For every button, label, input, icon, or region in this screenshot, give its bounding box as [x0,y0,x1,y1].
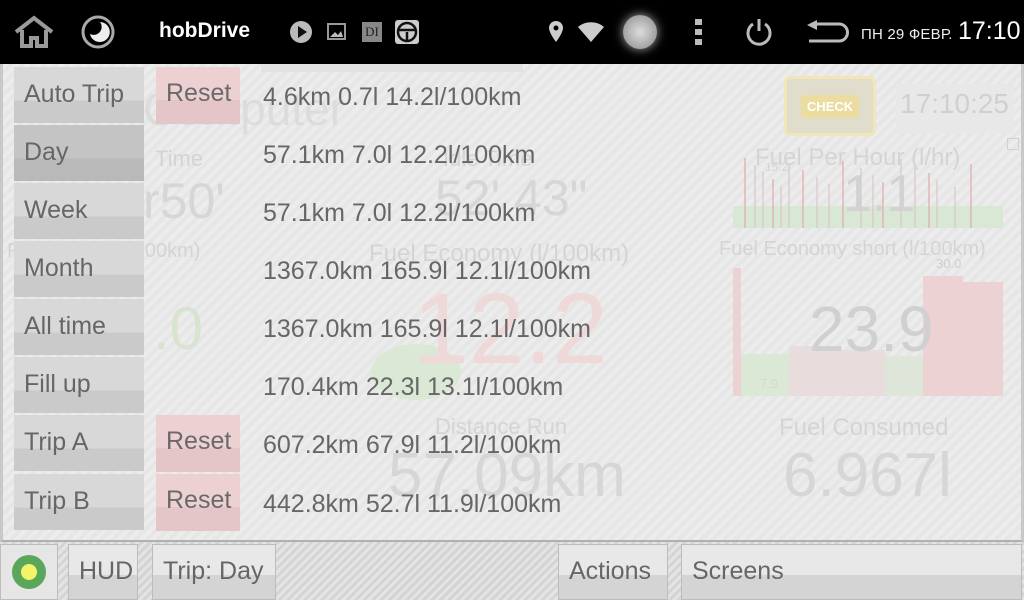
period-button[interactable]: Trip B [14,474,144,530]
time-value: r50' [143,173,225,229]
reset-button[interactable]: Reset [156,474,240,531]
trip-stats: 4.6km 0.7l 14.2l/100km [263,83,522,111]
steering-wheel-icon[interactable] [394,0,420,64]
hud-button[interactable]: HUD [68,544,138,600]
fes-bar [963,282,1003,396]
app-title: hobDrive [159,19,251,42]
trip-selector-button[interactable]: Trip: Day [152,544,276,600]
screens-button[interactable]: Screens [681,544,1022,600]
reset-button[interactable]: Reset [156,67,240,124]
period-button[interactable]: Day [14,125,144,181]
system-status-bar: hobDrive DI ПН 29 ФЕВР. 17:10 [0,0,1024,64]
location-icon [547,0,565,64]
check-engine-label: CHECK [800,94,860,118]
image-icon[interactable] [327,0,347,64]
trip-stats: 607.2km 67.9l 11.2l/100km [263,431,562,459]
connection-status-icon [12,555,46,589]
fuel-economy-short-min: 7.9 [760,376,779,391]
menu-dots-icon[interactable] [692,0,706,64]
fuel-per-hour-value: 1.1 [843,165,916,223]
period-button[interactable]: Month [14,241,144,297]
trip-stats: 57.1km 7.0l 12.2l/100km [263,199,536,227]
fuel-economy-short-max: 30.0 [936,256,962,271]
fuel-consumed-label: Fuel Consumed [779,414,949,441]
period-button[interactable]: All time [14,299,144,355]
status-clock: 17:10 [958,17,1021,45]
fuel-instant-value: .0 [153,295,204,362]
check-engine-icon[interactable]: CHECK [784,76,876,136]
connection-status-button[interactable] [0,544,58,600]
time-label: Time [155,146,204,171]
background-tab-bar [261,64,523,72]
dolby-icon[interactable]: DI [361,0,383,64]
period-button[interactable]: Trip A [14,415,144,471]
screenshot-icon[interactable] [620,0,660,64]
trip-stats: 1367.0km 165.9l 12.1l/100km [263,315,591,343]
night-mode-icon[interactable] [80,0,116,64]
trip-stats: 1367.0km 165.9l 12.1l/100km [263,257,591,285]
play-icon[interactable] [289,0,313,64]
main-panel: Computer Time r50' Idle Time 52' 43" Fue… [0,64,1024,542]
back-icon[interactable] [804,0,850,64]
actions-button[interactable]: Actions [558,544,668,600]
bottom-toolbar: HUD Trip: Day Actions Screens [0,542,1024,600]
power-icon[interactable] [742,0,776,64]
period-button[interactable]: Auto Trip [14,67,144,123]
edit-icon[interactable] [1007,138,1019,150]
fes-bar [733,268,741,396]
fuel-per-hour-max: 15.2 [765,160,789,174]
fuel-consumed-value: 6.967l [783,441,952,510]
home-icon[interactable] [12,0,56,64]
reset-button[interactable]: Reset [156,415,240,472]
trip-stats: 57.1km 7.0l 12.2l/100km [263,141,536,169]
trip-stats: 170.4km 22.3l 13.1l/100km [263,373,564,401]
period-button[interactable]: Week [14,183,144,239]
wifi-icon [576,0,606,64]
period-button[interactable]: Fill up [14,357,144,413]
fuel-economy-short-value: 23.9 [809,293,934,365]
dashboard-clock: 17:10:25 [896,84,1014,134]
trip-stats: 442.8km 52.7l 11.9l/100km [263,490,562,518]
status-date: ПН 29 ФЕВР. [861,26,953,43]
